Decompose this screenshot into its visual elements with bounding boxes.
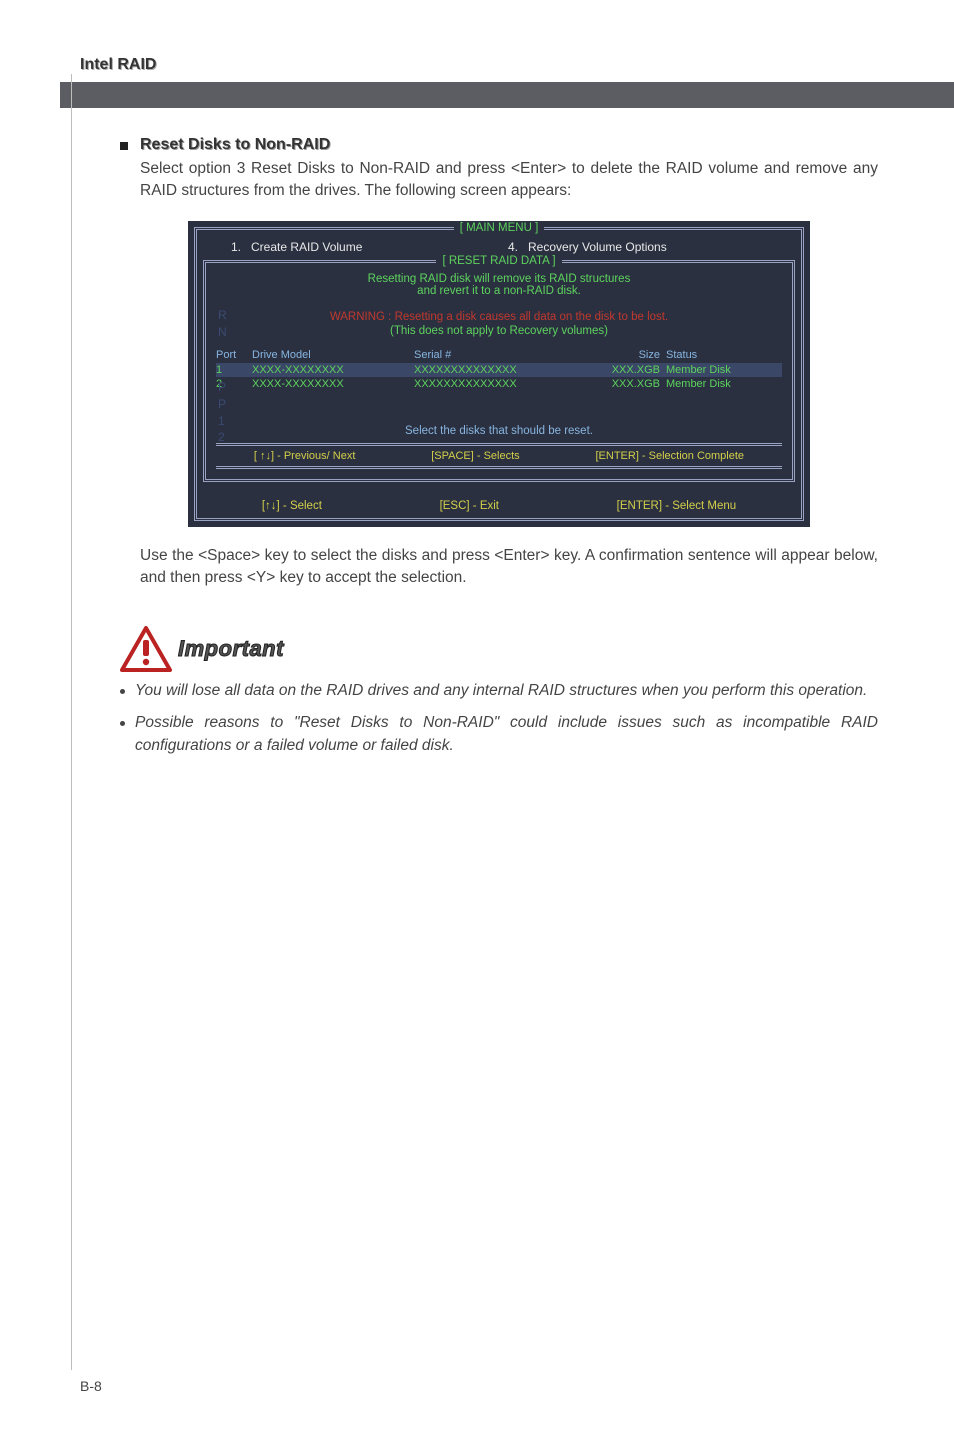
hint-space: [SPACE] - Selects [431, 450, 519, 462]
col-size: Size [600, 349, 666, 361]
cell-serial: XXXXXXXXXXXXXX [414, 364, 600, 376]
col-status: Status [666, 349, 782, 361]
reset-line-3: (This does not apply to Recovery volumes… [216, 325, 782, 337]
menu-item-1: Create RAID Volume [251, 240, 362, 254]
cell-serial: XXXXXXXXXXXXXX [414, 378, 600, 390]
menu-item-4-num: 4. [508, 240, 528, 254]
header-bar [60, 82, 954, 108]
left-margin-rule [71, 74, 72, 1370]
cell-status: Member Disk [666, 378, 782, 390]
bottom-menu: [ENTER] - Select Menu [617, 500, 737, 512]
reset-warning: WARNING : Resetting a disk causes all da… [216, 311, 782, 323]
section-intro: Select option 3 Reset Disks to Non-RAID … [140, 158, 878, 203]
col-port: Port [216, 349, 252, 361]
section-bullet-icon [120, 142, 128, 150]
cell-model: XXXX-XXXXXXXX [252, 364, 414, 376]
page-header: Intel RAID [80, 56, 890, 74]
cell-model: XXXX-XXXXXXXX [252, 378, 414, 390]
select-instruction: Select the disks that should be reset. [216, 425, 782, 437]
cell-status: Member Disk [666, 364, 782, 376]
col-model: Drive Model [252, 349, 414, 361]
hint-enter: [ENTER] - Selection Complete [595, 450, 744, 462]
note-2: Possible reasons to "Reset Disks to Non-… [135, 712, 878, 757]
disk-row-selected: 1 XXXX-XXXXXXXX XXXXXXXXXXXXXX XXX.XGB M… [216, 363, 782, 377]
disk-row: 2 XXXX-XXXXXXXX XXXXXXXXXXXXXX XXX.XGB M… [216, 377, 782, 391]
menu-item-4: Recovery Volume Options [528, 240, 667, 254]
note-1: You will lose all data on the RAID drive… [135, 680, 867, 702]
reset-line-2: and revert it to a non-RAID disk. [216, 285, 782, 297]
hint-prev-next: [ ↑↓] - Previous/ Next [254, 450, 355, 462]
bottom-esc: [ESC] - Exit [440, 500, 499, 512]
warning-triangle-icon [120, 626, 172, 672]
cell-size: XXX.XGB [600, 378, 666, 390]
bios-screenshot: [ MAIN MENU ] 1.Create RAID Volume 4.Rec… [188, 221, 810, 527]
reset-panel-label: [ RESET RAID DATA ] [436, 255, 561, 267]
cell-port: 1 [216, 364, 252, 376]
col-serial: Serial # [414, 349, 600, 361]
menu-item-1-num: 1. [231, 240, 251, 254]
post-instruction: Use the <Space> key to select the disks … [140, 545, 878, 590]
main-menu-label: [ MAIN MENU ] [454, 222, 545, 234]
note-bullet-icon [120, 721, 125, 726]
reset-line-1: Resetting RAID disk will remove its RAID… [216, 273, 782, 285]
section-heading: Reset Disks to Non-RAID [140, 136, 878, 154]
bottom-select: [↑↓] - Select [262, 500, 322, 512]
cell-size: XXX.XGB [600, 364, 666, 376]
important-label: Important [178, 636, 284, 662]
note-bullet-icon [120, 689, 125, 694]
page-number: B-8 [80, 1378, 102, 1394]
